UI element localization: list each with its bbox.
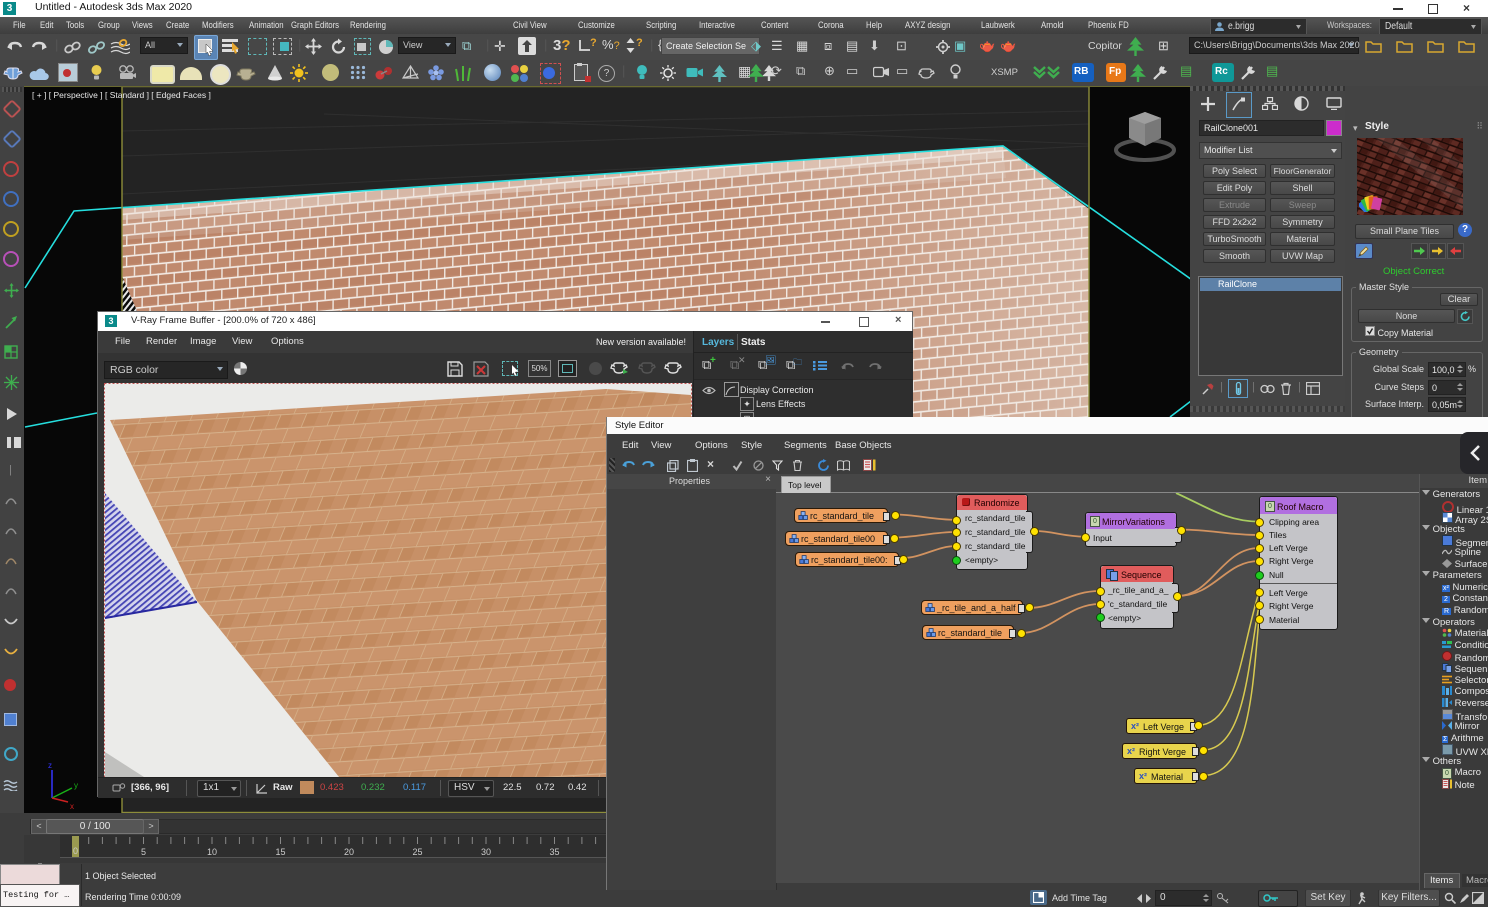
- svg-text:5: 5: [141, 847, 146, 857]
- svg-text:10: 10: [207, 847, 217, 857]
- svg-text:15: 15: [275, 847, 285, 857]
- svg-text:0: 0: [73, 846, 78, 856]
- svg-text:y: y: [74, 781, 78, 790]
- svg-text:30: 30: [481, 847, 491, 857]
- svg-text:20: 20: [344, 847, 354, 857]
- svg-text:25: 25: [412, 847, 422, 857]
- svg-text:x: x: [70, 802, 74, 811]
- svg-text:35: 35: [549, 847, 559, 857]
- svg-text:z: z: [48, 761, 52, 770]
